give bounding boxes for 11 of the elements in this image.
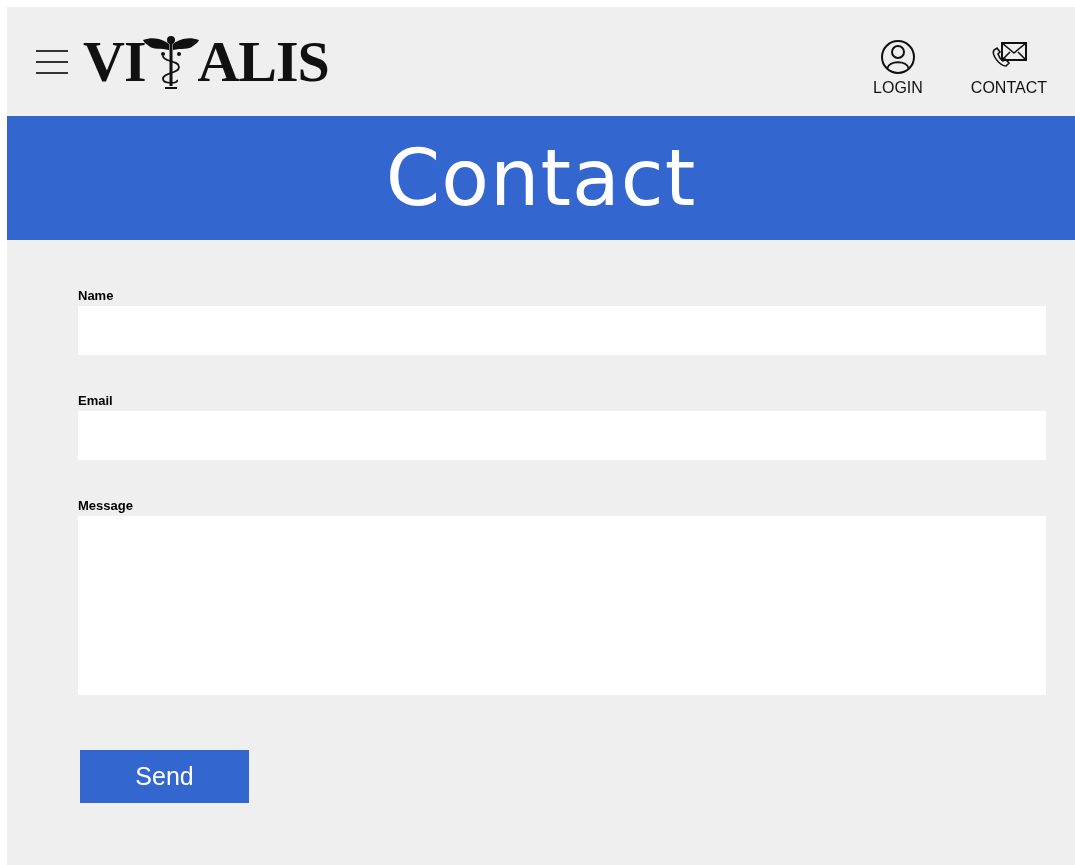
logo-text: VI xyxy=(83,32,146,91)
field-label: Name xyxy=(78,288,114,303)
nav-link[interactable]: CONTACT xyxy=(970,38,1047,97)
menu-icon[interactable] xyxy=(35,47,69,76)
field-label: Message xyxy=(78,498,133,513)
nav-link[interactable]: LOGIN xyxy=(873,38,923,97)
send-button[interactable]: Send xyxy=(80,750,249,803)
field-label: Email xyxy=(78,393,113,408)
user-icon xyxy=(878,38,917,75)
logo-text: ALIS xyxy=(197,32,329,91)
page-title: Contact xyxy=(385,133,697,223)
